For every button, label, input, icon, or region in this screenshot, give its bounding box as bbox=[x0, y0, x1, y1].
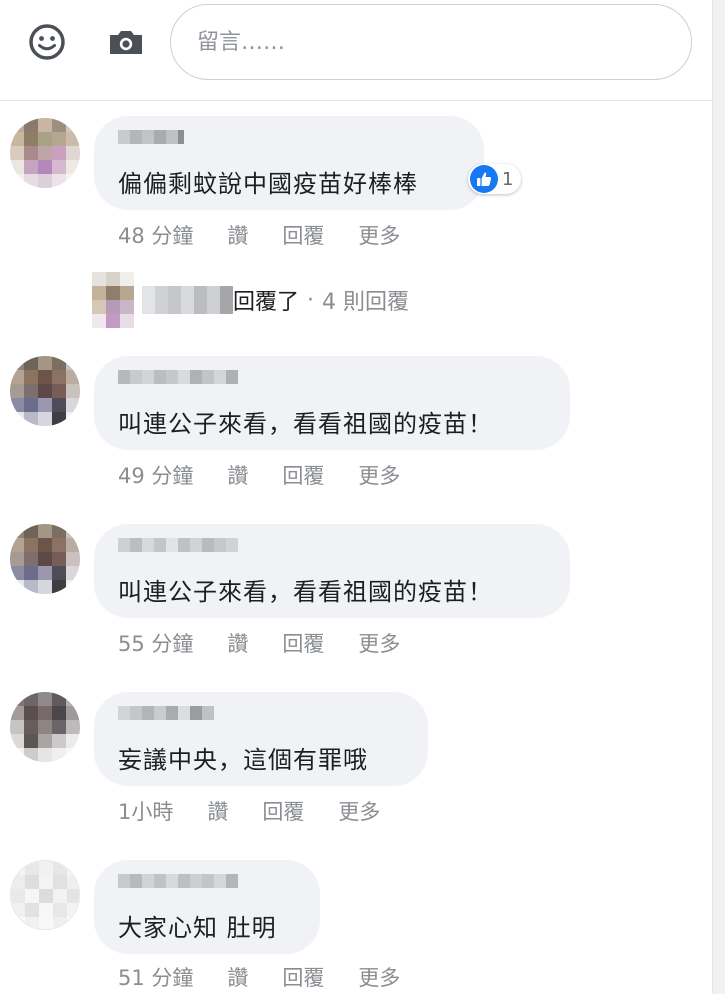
comment-bubble: 妄議中央，這個有罪哦 bbox=[94, 692, 428, 786]
scrollbar[interactable] bbox=[712, 0, 725, 994]
reply-button[interactable]: 回覆 bbox=[282, 220, 324, 250]
author-name-redacted[interactable] bbox=[118, 370, 238, 384]
avatar[interactable] bbox=[10, 118, 80, 188]
reply-button[interactable]: 回覆 bbox=[282, 460, 324, 490]
comment-actions: 55 分鐘 讚 回覆 更多 bbox=[118, 628, 400, 658]
like-button[interactable]: 讚 bbox=[227, 220, 248, 250]
like-button[interactable]: 讚 bbox=[227, 460, 248, 490]
reply-author-avatar bbox=[92, 272, 134, 328]
avatar[interactable] bbox=[10, 860, 80, 930]
emoji-icon[interactable] bbox=[27, 22, 67, 62]
comment-bubble: 偏偏剩蚊說中國疫苗好棒棒 bbox=[94, 116, 484, 210]
comment-actions: 49 分鐘 讚 回覆 更多 bbox=[118, 460, 400, 490]
comment-text: 大家心知 肚明 bbox=[118, 914, 277, 942]
comment-composer bbox=[0, 0, 712, 101]
more-button[interactable]: 更多 bbox=[358, 220, 400, 250]
like-button[interactable]: 讚 bbox=[207, 796, 228, 826]
reaction-count: 1 bbox=[502, 168, 514, 190]
reply-author-name-redacted bbox=[142, 286, 233, 314]
author-name-redacted[interactable] bbox=[118, 706, 214, 720]
comment-timestamp[interactable]: 55 分鐘 bbox=[118, 628, 193, 658]
replied-label: 回覆了 bbox=[233, 290, 300, 315]
more-button[interactable]: 更多 bbox=[358, 628, 400, 658]
comment-text: 偏偏剩蚊說中國疫苗好棒棒 bbox=[118, 170, 418, 198]
author-name-redacted[interactable] bbox=[118, 874, 238, 888]
comment-actions: 1小時 讚 回覆 更多 bbox=[118, 796, 380, 826]
more-button[interactable]: 更多 bbox=[358, 962, 400, 992]
comment-timestamp[interactable]: 49 分鐘 bbox=[118, 460, 193, 490]
like-button[interactable]: 讚 bbox=[227, 962, 248, 992]
comment-bubble: 叫連公子來看，看看祖國的疫苗！ bbox=[94, 356, 570, 450]
comment-actions: 48 分鐘 讚 回覆 更多 bbox=[118, 220, 400, 250]
author-name-redacted[interactable] bbox=[118, 538, 238, 552]
reply-button[interactable]: 回覆 bbox=[282, 628, 324, 658]
more-button[interactable]: 更多 bbox=[358, 460, 400, 490]
avatar[interactable] bbox=[10, 524, 80, 594]
avatar[interactable] bbox=[10, 692, 80, 762]
comment-input[interactable] bbox=[170, 4, 692, 80]
comment-timestamp[interactable]: 51 分鐘 bbox=[118, 962, 193, 992]
comment-bubble: 叫連公子來看，看看祖國的疫苗！ bbox=[94, 524, 570, 618]
reply-button[interactable]: 回覆 bbox=[282, 962, 324, 992]
comment-timestamp[interactable]: 48 分鐘 bbox=[118, 220, 193, 250]
author-name-redacted[interactable] bbox=[118, 130, 184, 144]
comment-timestamp[interactable]: 1小時 bbox=[118, 796, 173, 826]
reaction-badge[interactable]: 1 bbox=[468, 164, 522, 194]
comment-text: 叫連公子來看，看看祖國的疫苗！ bbox=[118, 578, 493, 606]
more-button[interactable]: 更多 bbox=[338, 796, 380, 826]
avatar[interactable] bbox=[10, 356, 80, 426]
reply-count: 4 則回覆 bbox=[322, 290, 410, 315]
like-icon bbox=[470, 165, 498, 193]
comment-text: 妄議中央，這個有罪哦 bbox=[118, 746, 368, 774]
view-replies-link[interactable]: 回覆了 · 4 則回覆 bbox=[92, 272, 409, 328]
camera-icon[interactable] bbox=[106, 22, 146, 62]
comment-text: 叫連公子來看，看看祖國的疫苗！ bbox=[118, 410, 493, 438]
comment-actions: 51 分鐘 讚 回覆 更多 bbox=[118, 962, 400, 992]
comment-bubble: 大家心知 肚明 bbox=[94, 860, 320, 954]
reply-button[interactable]: 回覆 bbox=[262, 796, 304, 826]
like-button[interactable]: 讚 bbox=[227, 628, 248, 658]
separator-dot: · bbox=[307, 287, 315, 313]
